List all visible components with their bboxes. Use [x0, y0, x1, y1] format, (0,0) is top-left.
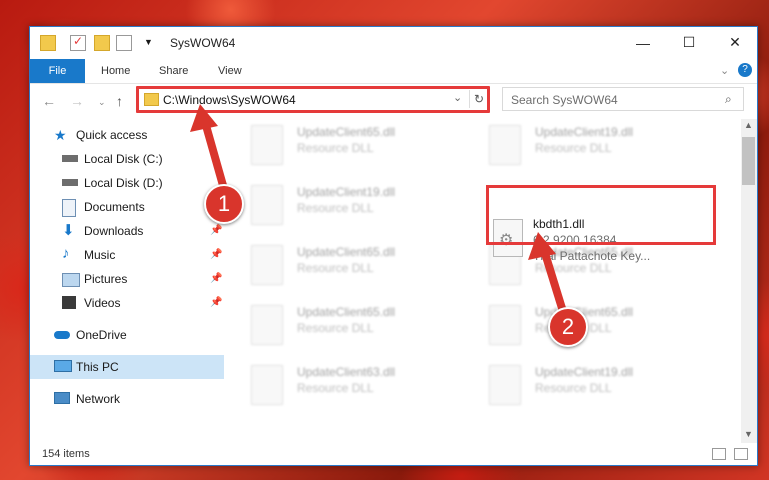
arrow-head-2	[528, 232, 556, 260]
arrow-head-1	[190, 104, 218, 132]
callout-badge-2: 2	[548, 307, 588, 347]
annotation-arrows	[190, 104, 569, 320]
callout-badge-1: 1	[204, 184, 244, 224]
